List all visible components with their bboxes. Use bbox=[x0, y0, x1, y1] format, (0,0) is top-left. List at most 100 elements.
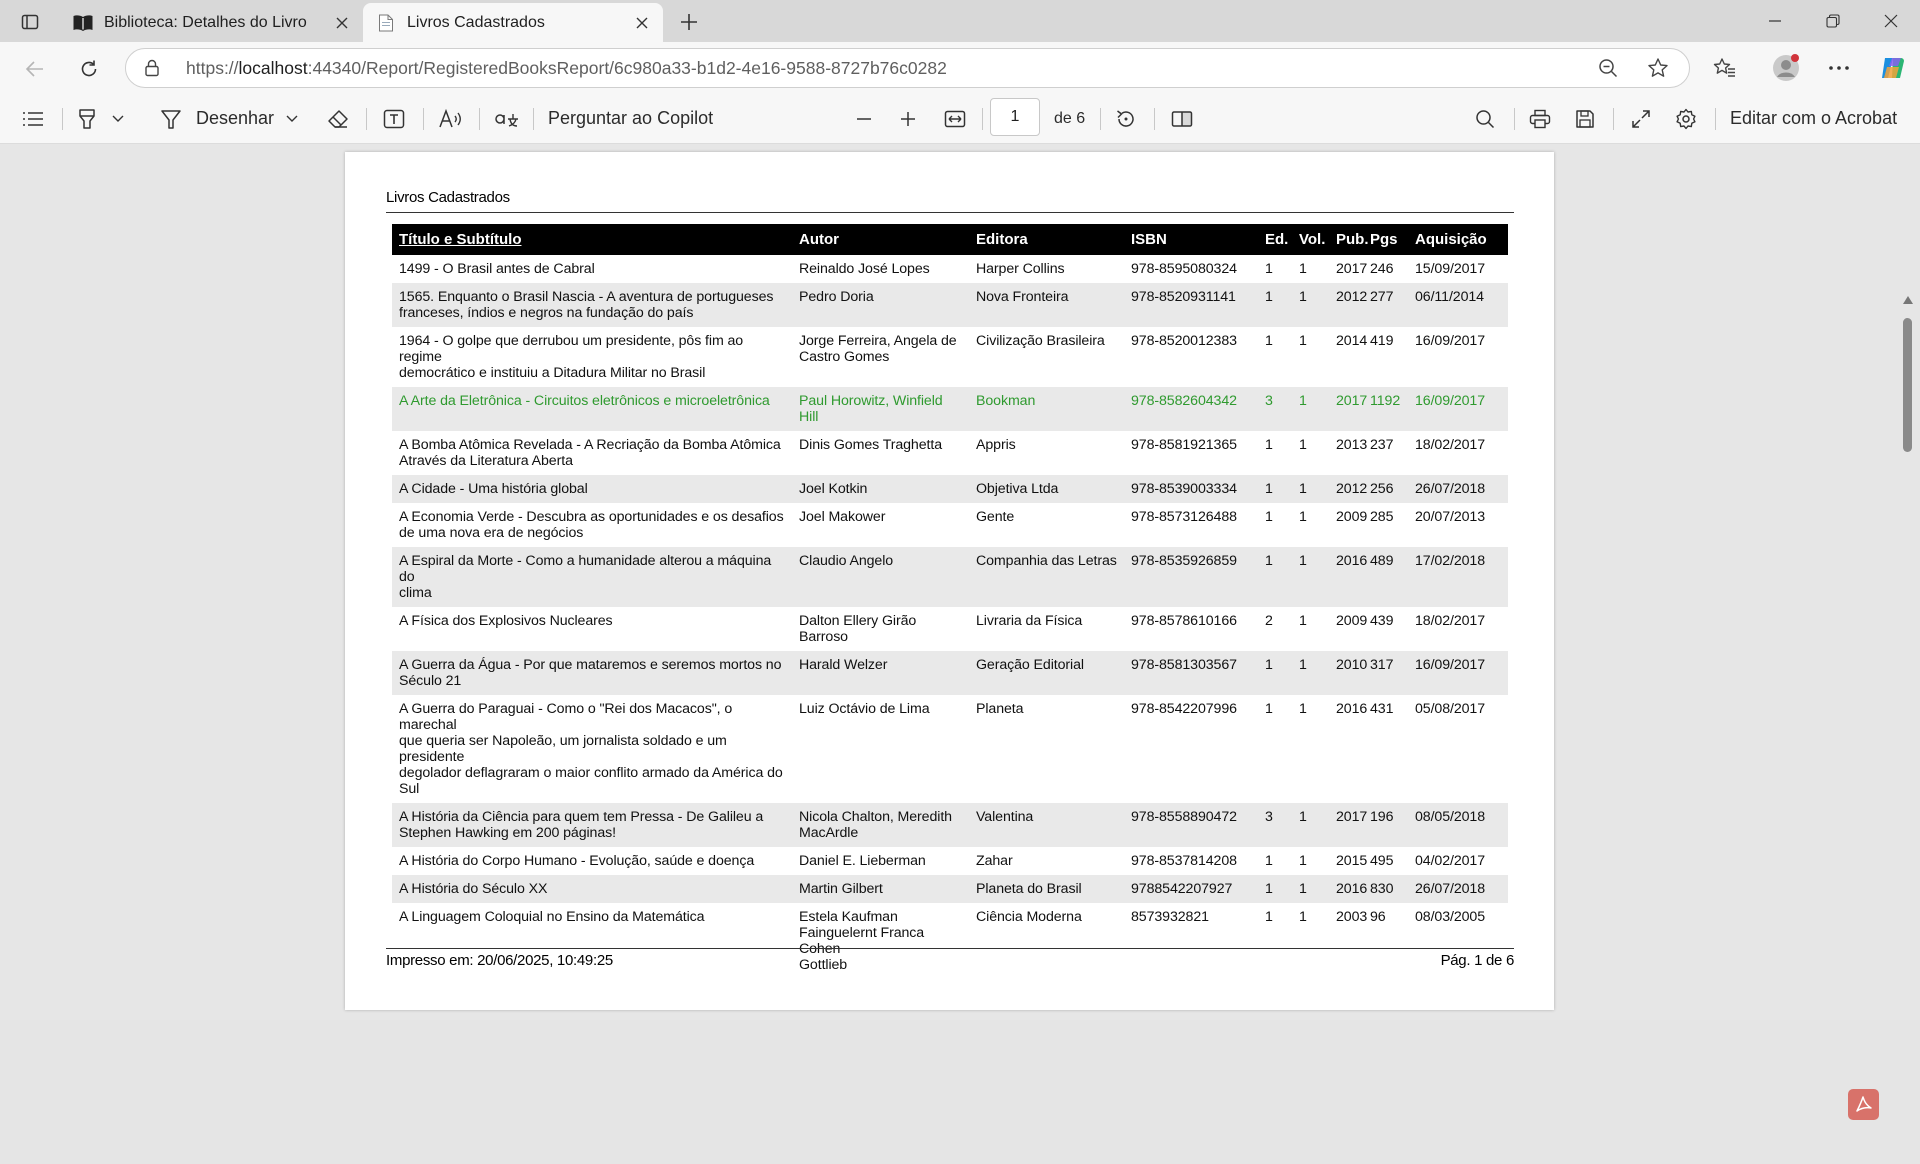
publisher-cell: Bookman bbox=[969, 387, 1124, 431]
isbn-cell: 8573932821 bbox=[1131, 909, 1209, 925]
table-body: 1499 - O Brasil antes de Cabral Reinaldo … bbox=[392, 255, 1508, 979]
separator bbox=[423, 108, 424, 130]
isbn-cell: 978-8520012383 bbox=[1131, 333, 1237, 349]
volume-cell: 1 bbox=[1299, 437, 1307, 453]
ask-copilot-button[interactable]: Perguntar ao Copilot bbox=[548, 94, 748, 143]
tab-title: Livros Cadastrados bbox=[407, 13, 545, 31]
acquisition-cell: 16/09/2017 bbox=[1408, 387, 1508, 431]
column-header: Pub. bbox=[1329, 224, 1369, 255]
scroll-up-arrow-icon[interactable] bbox=[1903, 296, 1913, 304]
isbn-cell: 978-8539003334 bbox=[1124, 475, 1258, 503]
table-row: A Economia Verde - Descubra as oportunid… bbox=[392, 503, 1508, 547]
lock-icon[interactable] bbox=[144, 59, 160, 77]
edition-cell: 3 bbox=[1258, 387, 1292, 431]
column-header: Aquisição bbox=[1408, 224, 1508, 255]
rotate-icon[interactable] bbox=[1111, 94, 1141, 143]
publisher-cell: Nova Fronteira bbox=[969, 283, 1124, 327]
copilot-icon[interactable] bbox=[1878, 53, 1908, 83]
tab-biblioteca[interactable]: Biblioteca: Detalhes do Livro bbox=[60, 3, 363, 42]
title-divider bbox=[386, 212, 1514, 213]
close-window-icon[interactable] bbox=[1862, 0, 1920, 42]
pages-cell: 489 bbox=[1363, 547, 1408, 607]
author-cell: Luiz Octávio de Lima bbox=[799, 701, 930, 717]
eraser-icon[interactable] bbox=[323, 94, 353, 143]
favorites-icon[interactable] bbox=[1712, 55, 1738, 81]
author-cell: Nicola Chalton, Meredith MacArdle bbox=[792, 803, 969, 847]
publisher-cell: Harper Collins bbox=[976, 261, 1065, 277]
fit-width-icon[interactable] bbox=[940, 94, 970, 143]
restore-icon[interactable] bbox=[1804, 0, 1862, 42]
favorite-star-icon[interactable] bbox=[1645, 55, 1671, 81]
vertical-scrollbar[interactable] bbox=[1895, 288, 1920, 1164]
text-box-icon[interactable] bbox=[379, 94, 409, 143]
highlighter-icon[interactable] bbox=[72, 94, 102, 143]
isbn-cell: 978-8542207996 bbox=[1131, 701, 1237, 717]
fullscreen-icon[interactable] bbox=[1626, 94, 1656, 143]
book-icon bbox=[72, 12, 94, 34]
publisher-cell: Geração Editorial bbox=[969, 651, 1124, 695]
edit-with-acrobat-button[interactable]: Editar com o Acrobat bbox=[1730, 94, 1905, 143]
author-cell: Reinaldo José Lopes bbox=[799, 261, 930, 277]
title-cell: A História da Ciência para quem tem Pres… bbox=[392, 803, 792, 847]
year-cell: 2013 bbox=[1336, 437, 1368, 453]
save-icon[interactable] bbox=[1570, 94, 1600, 143]
search-icon[interactable] bbox=[1470, 94, 1500, 143]
pages-cell: 96 bbox=[1370, 909, 1386, 925]
year-cell: 2012 bbox=[1329, 475, 1367, 503]
tab-title: Biblioteca: Detalhes do Livro bbox=[104, 13, 307, 31]
sidebar-toggle-icon[interactable] bbox=[17, 9, 43, 35]
draw-pen-icon[interactable] bbox=[156, 94, 186, 143]
edition-cell: 1 bbox=[1265, 853, 1273, 869]
print-icon[interactable] bbox=[1525, 94, 1555, 143]
draw-button[interactable]: Desenhar bbox=[196, 94, 278, 143]
address-bar[interactable]: https://localhost:44340/Report/Registere… bbox=[125, 48, 1690, 88]
tab-livros-cadastrados[interactable]: Livros Cadastrados bbox=[363, 3, 663, 42]
translate-icon[interactable] bbox=[491, 94, 523, 143]
publisher-cell: Planeta bbox=[976, 701, 1024, 717]
title-cell: 1565. Enquanto o Brasil Nascia - A avent… bbox=[392, 283, 792, 327]
table-row: 1499 - O Brasil antes de Cabral Reinaldo … bbox=[392, 255, 1508, 283]
contents-list-icon[interactable] bbox=[18, 94, 48, 143]
volume-cell: 1 bbox=[1292, 283, 1329, 327]
table-row: A Física dos Explosivos Nucleares Dalton … bbox=[392, 607, 1508, 651]
year-cell: 2017 bbox=[1329, 387, 1367, 431]
profile-avatar[interactable] bbox=[1770, 52, 1802, 84]
page-number-input[interactable]: 1 bbox=[990, 98, 1040, 136]
read-aloud-icon[interactable] bbox=[436, 94, 466, 143]
scrollbar-thumb[interactable] bbox=[1903, 318, 1912, 452]
acrobat-icon[interactable] bbox=[1848, 1089, 1879, 1120]
acquisition-cell: 26/07/2018 bbox=[1408, 475, 1508, 503]
publisher-cell: Civilização Brasileira bbox=[976, 333, 1105, 349]
zoom-out-icon[interactable] bbox=[1595, 55, 1621, 81]
more-options-icon[interactable] bbox=[1826, 55, 1852, 81]
author-cell: Joel Kotkin bbox=[792, 475, 969, 503]
edition-cell: 1 bbox=[1258, 283, 1292, 327]
chevron-down-icon[interactable] bbox=[110, 94, 126, 143]
close-tab-icon[interactable] bbox=[329, 10, 355, 36]
page-view-icon[interactable] bbox=[1167, 94, 1197, 143]
year-cell: 2009 bbox=[1336, 613, 1368, 629]
refresh-icon[interactable] bbox=[72, 52, 106, 86]
zoom-in-plus-icon[interactable] bbox=[894, 94, 922, 143]
edition-cell: 1 bbox=[1258, 651, 1292, 695]
zoom-out-minus-icon[interactable] bbox=[850, 94, 878, 143]
year-cell: 2016 bbox=[1336, 701, 1368, 717]
close-tab-icon[interactable] bbox=[629, 10, 655, 36]
new-tab-icon[interactable] bbox=[676, 9, 702, 35]
pages-cell: 1192 bbox=[1363, 387, 1408, 431]
url-path: :44340/Report/RegisteredBooksReport/6c98… bbox=[307, 58, 947, 78]
report-title: Livros Cadastrados bbox=[386, 189, 510, 206]
publisher-cell: Ciência Moderna bbox=[976, 909, 1082, 925]
acquisition-cell: 05/08/2017 bbox=[1415, 701, 1486, 717]
minimize-icon[interactable] bbox=[1746, 0, 1804, 42]
books-table: Título e Subtítulo Autor Editora ISBN Ed. Vol… bbox=[392, 224, 1508, 979]
acquisition-cell: 18/02/2017 bbox=[1415, 437, 1486, 453]
title-cell: A História do Corpo Humano - Evolução, s… bbox=[399, 853, 755, 869]
pages-cell: 495 bbox=[1370, 853, 1394, 869]
separator bbox=[1100, 108, 1101, 130]
chevron-down-icon[interactable] bbox=[284, 94, 300, 143]
settings-gear-icon[interactable] bbox=[1671, 94, 1701, 143]
title-cell: A História do Século XX bbox=[392, 875, 792, 903]
pages-cell: 246 bbox=[1370, 261, 1394, 277]
back-arrow-icon[interactable] bbox=[18, 52, 52, 86]
